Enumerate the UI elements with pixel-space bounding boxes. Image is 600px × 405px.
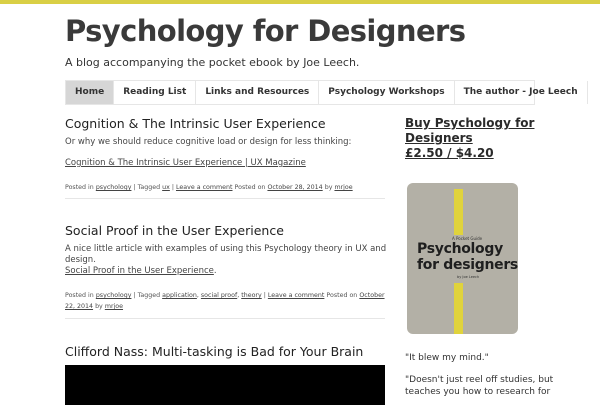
book-cover-stripe [454, 283, 463, 334]
post-meta: Posted in psychology | Tagged ux | Leave… [65, 184, 353, 191]
book-cover-title: Psychology for designers [417, 241, 518, 273]
main-navigation: Home Reading List Links and Resources Ps… [65, 80, 588, 105]
leave-comment-link[interactable]: Leave a comment [176, 184, 233, 191]
site-title[interactable]: Psychology for Designers [65, 14, 466, 48]
testimonial-quote: "It blew my mind." [405, 353, 489, 363]
tag-link[interactable]: ux [162, 184, 170, 191]
testimonial-quote: "Doesn't just reel off studies, but teac… [405, 374, 553, 398]
top-accent-bar [0, 0, 600, 4]
nav-item-the-author[interactable]: The author - Joe Leech [455, 81, 588, 104]
nav-item-links-and-resources[interactable]: Links and Resources [196, 81, 320, 104]
post-separator [65, 318, 385, 319]
post-link[interactable]: Social Proof in the User Experience [65, 266, 214, 276]
meta-label: by [324, 184, 333, 191]
post-link[interactable]: Cognition & The Intrinsic User Experienc… [65, 158, 306, 168]
category-link[interactable]: psychology [96, 184, 132, 191]
excerpt-line: A nice little article with examples of u… [65, 244, 387, 254]
book-title-line: for designers [417, 257, 518, 273]
post-separator [65, 198, 385, 199]
quote-line: "Doesn't just reel off studies, but [405, 375, 554, 385]
post: Cognition & The Intrinsic User Experienc… [65, 116, 326, 131]
author-link[interactable]: mrjoe [334, 184, 352, 191]
meta-label: Posted on [326, 292, 358, 299]
excerpt-line: design. [65, 255, 96, 265]
video-embed[interactable] [65, 365, 385, 405]
post-meta: Posted in psychology | Tagged applicatio… [65, 292, 385, 310]
post-excerpt: Or why we should reduce cognitive load o… [65, 137, 352, 147]
meta-label: Posted in [65, 184, 94, 191]
book-cover-author: by Joe Leech [457, 275, 480, 279]
book-title-line: Psychology [417, 241, 503, 257]
leave-comment-link[interactable]: Leave a comment [268, 292, 325, 299]
post-title[interactable]: Clifford Nass: Multi-tasking is Bad for … [65, 344, 363, 359]
tag-link[interactable]: application [162, 292, 197, 299]
buy-book-link[interactable]: Buy Psychology for Designers £2.50 / $4.… [405, 116, 534, 161]
meta-label: | Tagged [133, 292, 161, 299]
author-link[interactable]: mrjoe [105, 303, 123, 310]
tag-link[interactable]: theory [241, 292, 262, 299]
buy-link-price: £2.50 / $4.20 [405, 146, 494, 160]
nav-item-reading-list[interactable]: Reading List [114, 81, 197, 104]
meta-label: Posted on [234, 184, 266, 191]
tag-link[interactable]: social proof [201, 292, 237, 299]
quote-line: teaches you how to research for [405, 387, 551, 397]
post-title[interactable]: Social Proof in the User Experience [65, 223, 284, 238]
post-excerpt: A nice little article with examples of u… [65, 244, 387, 276]
book-cover-image[interactable]: A Pocket Guide Psychology for designers … [407, 183, 518, 334]
category-link[interactable]: psychology [96, 292, 132, 299]
post-title[interactable]: Cognition & The Intrinsic User Experienc… [65, 116, 326, 131]
meta-label: by [95, 303, 103, 310]
post-date-link[interactable]: October 28, 2014 [267, 184, 322, 191]
meta-label: Posted in [65, 292, 94, 299]
buy-link-line: Designers [405, 131, 473, 145]
meta-label: | Tagged [133, 184, 161, 191]
buy-link-line: Buy Psychology for [405, 116, 535, 130]
site-tagline: A blog accompanying the pocket ebook by … [65, 56, 360, 69]
nav-item-home[interactable]: Home [66, 81, 115, 104]
nav-item-psychology-workshops[interactable]: Psychology Workshops [319, 81, 455, 104]
book-cover-stripe [454, 189, 463, 235]
